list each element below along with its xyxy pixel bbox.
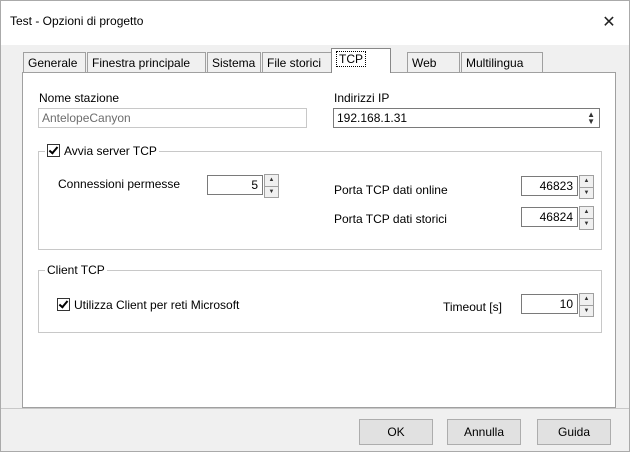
tab-multilingua[interactable]: Multilingua (461, 52, 543, 72)
spin-down-icon[interactable]: ▼ (265, 187, 278, 198)
footer-separator (1, 408, 629, 409)
spin-up-icon[interactable]: ▲ (580, 176, 593, 188)
tab-finestra-principale[interactable]: Finestra principale (87, 52, 206, 72)
station-name-field: AntelopeCanyon (38, 108, 307, 128)
ms-client-label: Utilizza Client per reti Microsoft (74, 298, 240, 312)
spin-down-icon[interactable]: ▼ (580, 306, 593, 317)
ok-button[interactable]: OK (359, 419, 433, 445)
ip-address-combo[interactable]: 192.168.1.31 ▲ ▼ (333, 108, 600, 128)
online-port-spinner[interactable]: ▲ ▼ (579, 175, 594, 199)
tab-tcp-label: TCP (336, 51, 366, 67)
close-icon[interactable]: ✕ (589, 1, 629, 45)
station-name-label: Nome stazione (39, 91, 120, 105)
connections-label: Connessioni permesse (58, 177, 181, 191)
tcp-client-group: Client TCP Utilizza Client per reti Micr… (38, 263, 602, 333)
cancel-button[interactable]: Annulla (447, 419, 521, 445)
ip-address-label: Indirizzi IP (334, 91, 390, 105)
timeout-field[interactable]: 10 (521, 294, 578, 314)
ms-client-checkbox-row[interactable]: Utilizza Client per reti Microsoft (57, 298, 239, 312)
timeout-label: Timeout [s] (443, 300, 502, 314)
start-server-label: Avvia server TCP (64, 144, 157, 158)
tcp-server-group: Avvia server TCP Connessioni permesse 5 … (38, 144, 602, 250)
ip-address-value: 192.168.1.31 (337, 111, 408, 125)
spin-down-icon[interactable]: ▼ (580, 188, 593, 199)
online-port-label: Porta TCP dati online (334, 183, 448, 197)
checkbox-check-icon[interactable] (57, 298, 70, 311)
checkbox-check-icon[interactable] (47, 144, 60, 157)
spin-down-icon[interactable]: ▼ (580, 219, 593, 230)
tab-generale[interactable]: Generale (23, 52, 86, 72)
spin-up-icon[interactable]: ▲ (580, 207, 593, 219)
tab-panel-tcp: Nome stazione AntelopeCanyon Indirizzi I… (22, 72, 616, 408)
connections-spinner[interactable]: ▲ ▼ (264, 174, 279, 198)
dialog-window: Test - Opzioni di progetto ✕ Generale Fi… (0, 0, 630, 452)
spin-up-icon[interactable]: ▲ (265, 175, 278, 187)
tcp-client-group-title: Client TCP (45, 263, 107, 277)
title-bar: Test - Opzioni di progetto ✕ (1, 1, 629, 45)
history-port-spinner[interactable]: ▲ ▼ (579, 206, 594, 230)
tcp-server-group-title[interactable]: Avvia server TCP (45, 144, 159, 158)
history-port-label: Porta TCP dati storici (334, 212, 447, 226)
window-title: Test - Opzioni di progetto (10, 14, 144, 28)
tab-web[interactable]: Web (407, 52, 460, 72)
connections-field[interactable]: 5 (207, 175, 263, 195)
timeout-spinner[interactable]: ▲ ▼ (579, 293, 594, 317)
updown-arrows-icon[interactable]: ▲ ▼ (587, 111, 595, 126)
help-button[interactable]: Guida (537, 419, 611, 445)
tab-file-storici[interactable]: File storici (262, 52, 332, 72)
history-port-field[interactable]: 46824 (521, 207, 578, 227)
tab-sistema[interactable]: Sistema (207, 52, 261, 72)
spin-up-icon[interactable]: ▲ (580, 294, 593, 306)
tab-tcp[interactable]: TCP (331, 48, 391, 73)
online-port-field[interactable]: 46823 (521, 176, 578, 196)
